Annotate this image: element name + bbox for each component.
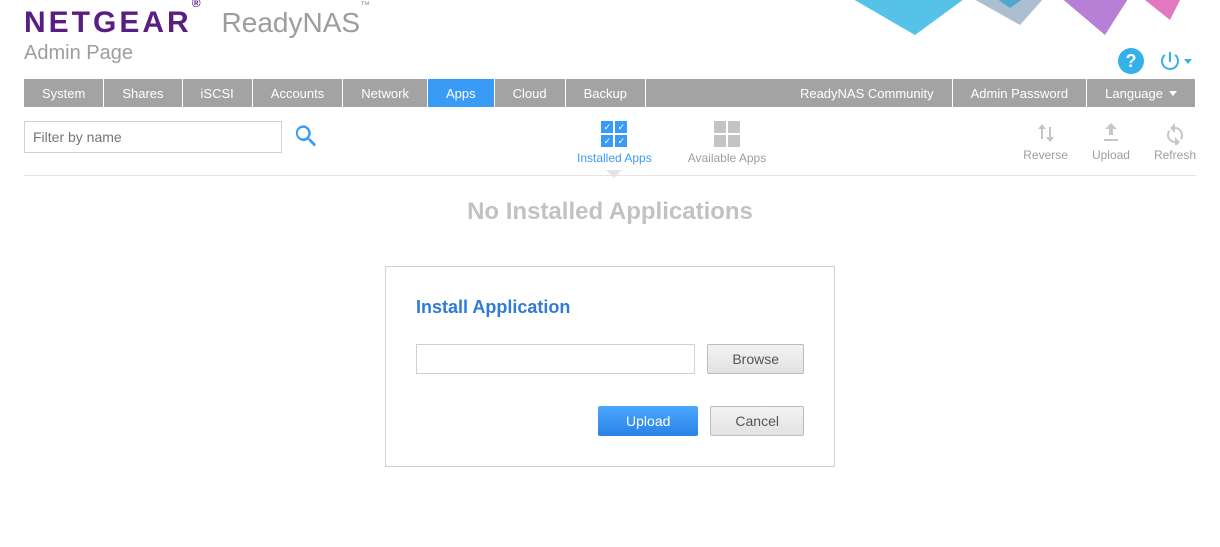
- upload-button[interactable]: Upload: [1092, 121, 1130, 162]
- nav-shares[interactable]: Shares: [104, 79, 182, 107]
- caret-down-icon: [1184, 59, 1192, 64]
- empty-state-message: No Installed Applications: [0, 198, 1220, 226]
- tab-label: Available Apps: [688, 151, 767, 165]
- power-menu[interactable]: [1158, 49, 1192, 73]
- nav-iscsi[interactable]: iSCSI: [183, 79, 253, 107]
- nav-network[interactable]: Network: [343, 79, 428, 107]
- page-title: Admin Page: [24, 42, 1196, 65]
- browse-button[interactable]: Browse: [707, 344, 804, 374]
- action-label: Upload: [1092, 148, 1130, 162]
- reverse-button[interactable]: Reverse: [1023, 121, 1068, 162]
- nav-accounts[interactable]: Accounts: [253, 79, 343, 107]
- install-application-dialog: Install Application Browse Upload Cancel: [385, 266, 835, 467]
- nav-system[interactable]: System: [24, 79, 104, 107]
- tab-label: Installed Apps: [577, 151, 652, 165]
- dialog-title: Install Application: [416, 297, 804, 318]
- nav-community[interactable]: ReadyNAS Community: [782, 79, 953, 107]
- nav-cloud[interactable]: Cloud: [495, 79, 566, 107]
- filter-input[interactable]: [24, 121, 282, 153]
- help-icon[interactable]: ?: [1118, 48, 1144, 74]
- product-name: ReadyNAS™: [222, 7, 371, 39]
- cancel-button[interactable]: Cancel: [710, 406, 804, 436]
- installed-apps-icon: ✓✓ ✓✓: [601, 121, 627, 147]
- nav-admin-password[interactable]: Admin Password: [953, 79, 1088, 107]
- upload-confirm-button[interactable]: Upload: [598, 406, 698, 436]
- search-button[interactable]: [292, 122, 320, 153]
- search-icon: [292, 122, 320, 150]
- nav-spacer: [646, 79, 782, 107]
- nav-language-label: Language: [1105, 86, 1163, 101]
- available-apps-icon: [714, 121, 740, 147]
- caret-down-icon: [1169, 91, 1177, 96]
- power-icon: [1158, 49, 1182, 73]
- tab-available-apps[interactable]: Available Apps: [688, 121, 767, 165]
- action-label: Reverse: [1023, 148, 1068, 162]
- nav-language[interactable]: Language: [1087, 79, 1196, 107]
- refresh-button[interactable]: Refresh: [1154, 121, 1196, 162]
- refresh-icon: [1162, 121, 1188, 145]
- upload-icon: [1098, 121, 1124, 145]
- action-label: Refresh: [1154, 148, 1196, 162]
- nav-backup[interactable]: Backup: [566, 79, 646, 107]
- file-path-input[interactable]: [416, 344, 695, 374]
- main-nav: System Shares iSCSI Accounts Network App…: [24, 79, 1196, 107]
- nav-apps[interactable]: Apps: [428, 79, 495, 107]
- brand-logo: NETGEAR®: [24, 6, 204, 40]
- sort-reverse-icon: [1033, 121, 1059, 145]
- tab-installed-apps[interactable]: ✓✓ ✓✓ Installed Apps: [577, 121, 652, 165]
